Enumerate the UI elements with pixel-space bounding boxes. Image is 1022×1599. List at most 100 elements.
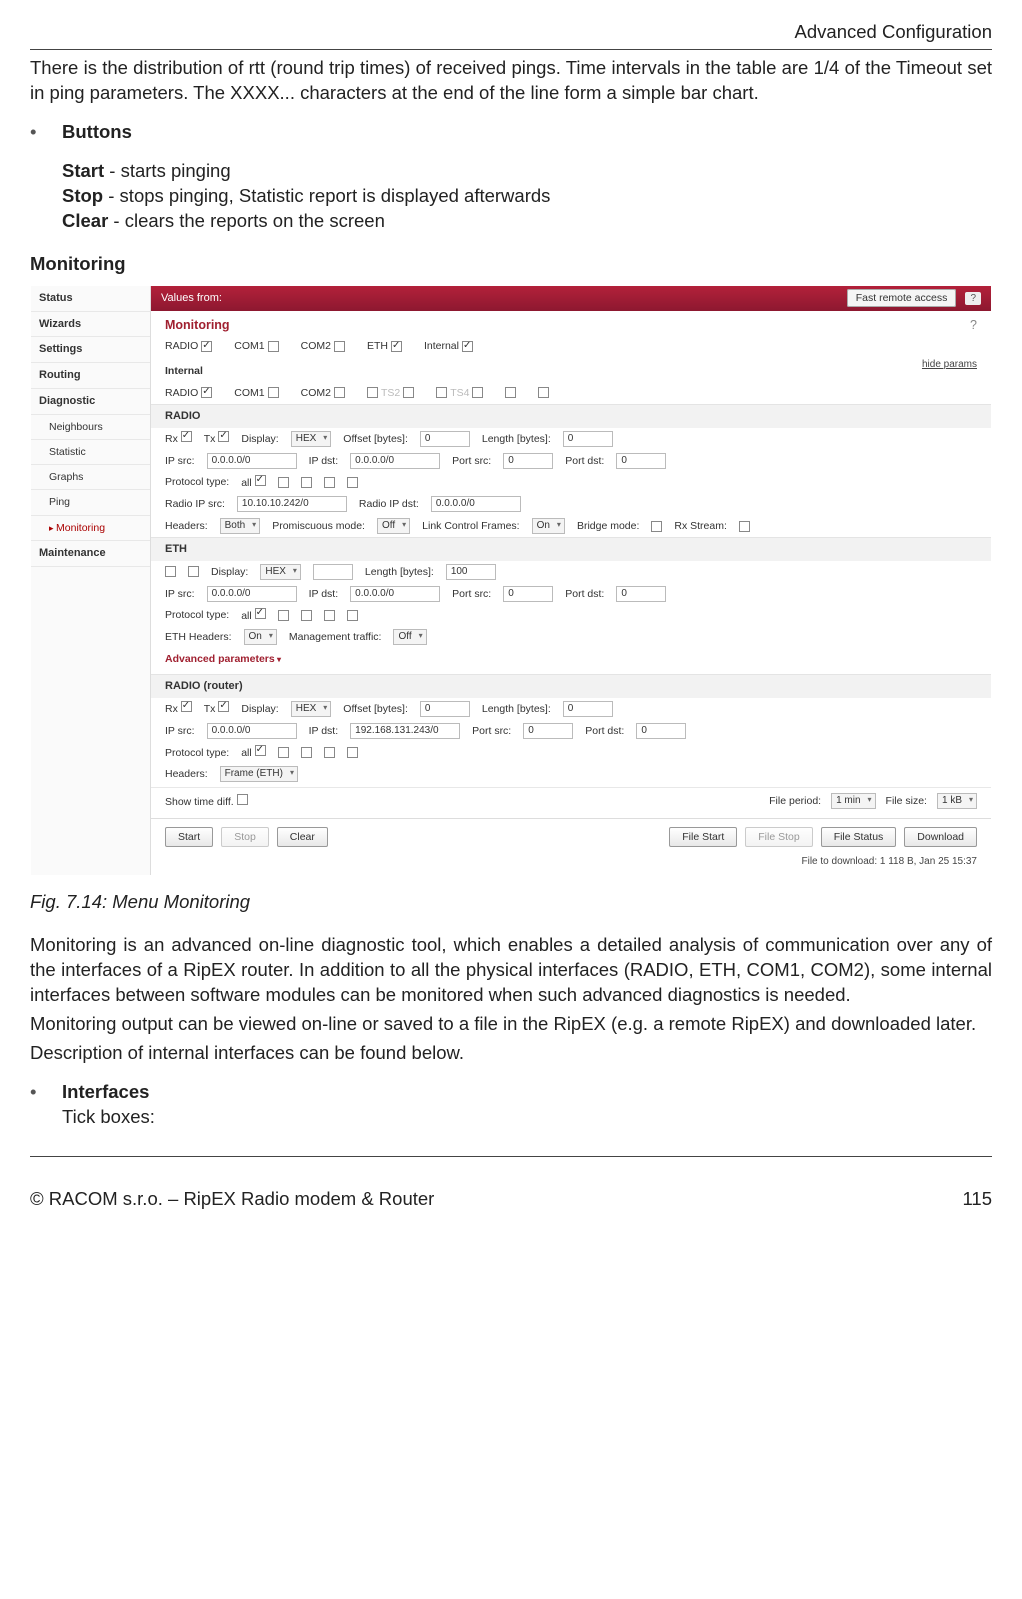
radio-portdst-input[interactable]: 0 [616, 453, 666, 469]
eth-portdst-input[interactable]: 0 [616, 586, 666, 602]
internal-ts4[interactable]: TS4 [436, 386, 483, 400]
rr-tx[interactable]: Tx [204, 701, 230, 716]
radio-length-input[interactable]: 0 [563, 431, 613, 447]
help-icon[interactable]: ? [965, 292, 981, 305]
sidebar-item-monitoring[interactable]: Monitoring [31, 516, 150, 541]
checkbox-icon[interactable] [301, 747, 312, 758]
checkbox-icon[interactable] [739, 521, 750, 532]
radio-proto-all[interactable]: all [241, 475, 265, 490]
radio-ripdst-input[interactable]: 0.0.0.0/0 [431, 496, 521, 512]
radio-rx[interactable]: Rx [165, 431, 192, 446]
checkbox-icon[interactable] [324, 610, 335, 621]
iface-internal[interactable]: Internal [424, 339, 473, 353]
rr-length-input[interactable]: 0 [563, 701, 613, 717]
sidebar-item-settings[interactable]: Settings [31, 337, 150, 363]
eth-ipdst-input[interactable]: 0.0.0.0/0 [350, 586, 440, 602]
file-size-select[interactable]: 1 kB [937, 793, 977, 809]
internal-ext2[interactable] [538, 387, 549, 398]
rr-offset-input[interactable]: 0 [420, 701, 470, 717]
start-button[interactable]: Start [165, 827, 213, 847]
checkbox-icon[interactable] [268, 387, 279, 398]
internal-com2[interactable]: COM2 [301, 386, 345, 400]
radio-prom-select[interactable]: Off [377, 518, 410, 534]
advanced-params-link[interactable]: Advanced parameters [151, 648, 991, 674]
checkbox-icon[interactable] [436, 387, 447, 398]
radio-lcf-select[interactable]: On [532, 518, 565, 534]
checkbox-icon[interactable] [188, 566, 199, 577]
radio-ipsrc-input[interactable]: 0.0.0.0/0 [207, 453, 297, 469]
iface-com2[interactable]: COM2 [301, 339, 345, 353]
radio-offset-input[interactable]: 0 [420, 431, 470, 447]
rr-portdst-input[interactable]: 0 [636, 723, 686, 739]
clear-button[interactable]: Clear [277, 827, 328, 847]
checkbox-icon[interactable] [347, 610, 358, 621]
checkbox-icon[interactable] [347, 747, 358, 758]
internal-ts2[interactable]: TS2 [367, 386, 414, 400]
hide-params-link[interactable]: hide params [922, 358, 991, 372]
file-stop-button[interactable]: File Stop [745, 827, 812, 847]
checkbox-icon[interactable] [201, 341, 212, 352]
rr-proto-all[interactable]: all [241, 745, 265, 760]
checkbox-icon[interactable] [218, 431, 229, 442]
internal-radio[interactable]: RADIO [165, 386, 212, 400]
radio-ripsrc-input[interactable]: 10.10.10.242/0 [237, 496, 347, 512]
sidebar-item-routing[interactable]: Routing [31, 363, 150, 389]
checkbox-icon[interactable] [255, 608, 266, 619]
checkbox-icon[interactable] [278, 747, 289, 758]
checkbox-icon[interactable] [268, 341, 279, 352]
checkbox-icon[interactable] [237, 794, 248, 805]
sidebar-item-wizards[interactable]: Wizards [31, 312, 150, 338]
file-period-select[interactable]: 1 min [831, 793, 875, 809]
eth-offset-input[interactable] [313, 564, 353, 580]
sidebar-item-ping[interactable]: Ping [31, 490, 150, 515]
eth-length-input[interactable]: 100 [446, 564, 496, 580]
checkbox-icon[interactable] [301, 477, 312, 488]
rr-display-select[interactable]: HEX [291, 701, 332, 717]
checkbox-icon[interactable] [472, 387, 483, 398]
checkbox-icon[interactable] [334, 387, 345, 398]
checkbox-icon[interactable] [324, 477, 335, 488]
fast-remote-access-button[interactable]: Fast remote access [847, 289, 957, 307]
eth-display-select[interactable]: HEX [260, 564, 301, 580]
eth-proto-all[interactable]: all [241, 608, 265, 623]
checkbox-icon[interactable] [181, 701, 192, 712]
sidebar-item-diagnostic[interactable]: Diagnostic [31, 389, 150, 415]
checkbox-icon[interactable] [505, 387, 516, 398]
internal-ext1[interactable] [505, 387, 516, 398]
rr-rx[interactable]: Rx [165, 701, 192, 716]
checkbox-icon[interactable] [651, 521, 662, 532]
radio-display-select[interactable]: HEX [291, 431, 332, 447]
show-time-diff[interactable]: Show time diff. [165, 794, 248, 809]
sidebar-item-maintenance[interactable]: Maintenance [31, 541, 150, 567]
checkbox-icon[interactable] [201, 387, 212, 398]
radio-portsrc-input[interactable]: 0 [503, 453, 553, 469]
internal-com1[interactable]: COM1 [234, 386, 278, 400]
checkbox-icon[interactable] [403, 387, 414, 398]
checkbox-icon[interactable] [255, 745, 266, 756]
sidebar-item-neighbours[interactable]: Neighbours [31, 415, 150, 440]
checkbox-icon[interactable] [181, 431, 192, 442]
checkbox-icon[interactable] [218, 701, 229, 712]
sidebar-item-statistic[interactable]: Statistic [31, 440, 150, 465]
eth-ipsrc-input[interactable]: 0.0.0.0/0 [207, 586, 297, 602]
eth-portsrc-input[interactable]: 0 [503, 586, 553, 602]
checkbox-icon[interactable] [462, 341, 473, 352]
checkbox-icon[interactable] [334, 341, 345, 352]
iface-eth[interactable]: ETH [367, 339, 402, 353]
sidebar-item-graphs[interactable]: Graphs [31, 465, 150, 490]
checkbox-icon[interactable] [367, 387, 378, 398]
file-start-button[interactable]: File Start [669, 827, 737, 847]
checkbox-icon[interactable] [391, 341, 402, 352]
sidebar-item-status[interactable]: Status [31, 286, 150, 312]
eth-hdr-select[interactable]: On [244, 629, 277, 645]
checkbox-icon[interactable] [324, 747, 335, 758]
iface-radio[interactable]: RADIO [165, 339, 212, 353]
checkbox-icon[interactable] [538, 387, 549, 398]
file-status-button[interactable]: File Status [821, 827, 897, 847]
radio-headers-select[interactable]: Both [220, 518, 261, 534]
rr-ipsrc-input[interactable]: 0.0.0.0/0 [207, 723, 297, 739]
checkbox-icon[interactable] [165, 566, 176, 577]
rr-portsrc-input[interactable]: 0 [523, 723, 573, 739]
rr-headers-select[interactable]: Frame (ETH) [220, 766, 298, 782]
download-button[interactable]: Download [904, 827, 977, 847]
